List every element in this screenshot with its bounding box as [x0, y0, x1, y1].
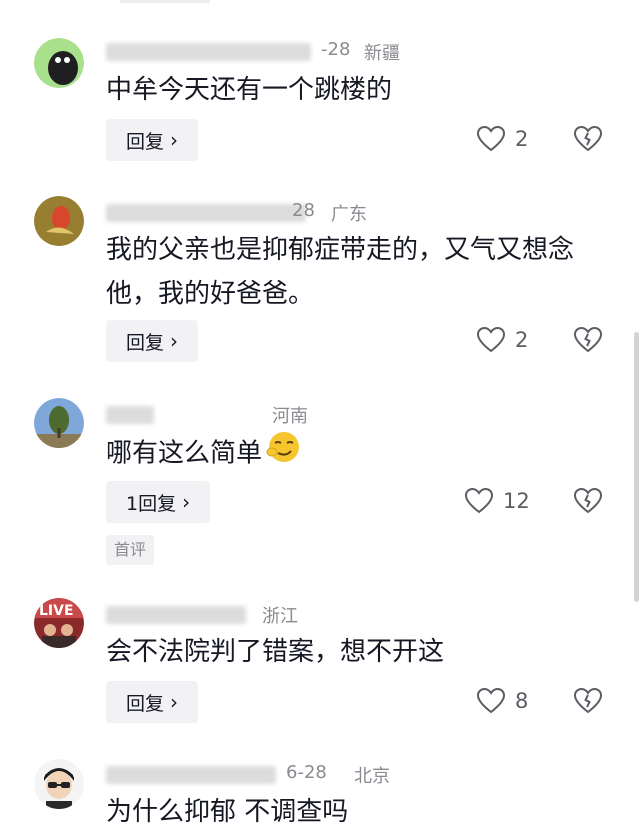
comment-date: 28: [292, 200, 315, 221]
avatar[interactable]: LIVE: [34, 598, 84, 648]
previous-comment-remnant: [120, 0, 210, 3]
reply-label: 回复: [126, 130, 165, 153]
avatar[interactable]: [34, 38, 84, 88]
avatar-image: LIVE: [34, 598, 84, 648]
avatar[interactable]: [34, 196, 84, 246]
username-redacted: [106, 766, 276, 784]
avatar[interactable]: [34, 398, 84, 448]
like-button[interactable]: 2: [477, 126, 528, 152]
avatar-image: [34, 38, 84, 88]
like-count: 12: [503, 489, 530, 513]
dislike-button[interactable]: [574, 688, 602, 714]
avatar-image: [34, 398, 84, 448]
username-redacted: [106, 43, 311, 61]
heart-outline-icon: [477, 126, 505, 152]
dislike-button[interactable]: [574, 327, 602, 353]
avatar-image: [34, 759, 84, 809]
chevron-right-icon: ›: [182, 490, 191, 514]
heart-outline-icon: [477, 327, 505, 353]
svg-text:LIVE: LIVE: [39, 603, 74, 619]
reply-label: 回复: [126, 692, 165, 715]
chevron-right-icon: ›: [170, 329, 179, 353]
dislike-button[interactable]: [574, 126, 602, 152]
heart-outline-icon: [477, 688, 505, 714]
like-count: 2: [515, 328, 529, 352]
dislike-button[interactable]: [574, 488, 602, 514]
comment-location: 新疆: [364, 43, 400, 64]
broken-heart-icon: [574, 488, 602, 514]
reply-label: 回复: [126, 331, 165, 354]
broken-heart-icon: [574, 327, 602, 353]
comment-date: 6-28: [286, 762, 327, 783]
reply-button[interactable]: 回复 ›: [106, 119, 199, 161]
reply-button[interactable]: 1回复 ›: [106, 481, 211, 523]
like-count: 8: [515, 689, 529, 713]
comment-location: 北京: [354, 766, 390, 787]
like-count: 2: [515, 127, 529, 151]
reply-button[interactable]: 回复 ›: [106, 681, 199, 723]
heart-outline-icon: [465, 488, 493, 514]
comment-location: 河南: [272, 406, 308, 427]
like-button[interactable]: 12: [465, 488, 530, 514]
username-redacted: [106, 606, 246, 624]
username-redacted: [106, 204, 306, 222]
comment-date: -28: [321, 39, 351, 60]
reply-label: 1回复: [126, 492, 177, 515]
comment-text: 中牟今天还有一个跳楼的: [106, 75, 393, 105]
comment-location: 浙江: [262, 606, 298, 627]
broken-heart-icon: [574, 126, 602, 152]
comment-location: 广东: [331, 204, 367, 225]
reply-button[interactable]: 回复 ›: [106, 320, 199, 362]
comment-text-content: 哪有这么简单: [106, 438, 263, 469]
comment-text: 为什么抑郁 不调查吗: [106, 797, 349, 827]
broken-heart-icon: [574, 688, 602, 714]
comment-text: 我的父亲也是抑郁症带走的，又气又想念他，我的好爸爸。: [106, 235, 575, 309]
chevron-right-icon: ›: [170, 690, 179, 714]
avatar[interactable]: [34, 759, 84, 809]
chevron-right-icon: ›: [170, 128, 179, 152]
smirk-emoji-icon: [266, 430, 302, 478]
first-comment-tag: 首评: [106, 535, 155, 565]
username-redacted: [106, 406, 154, 424]
comment-text: 哪有这么简单: [106, 430, 606, 478]
avatar-image: [34, 196, 84, 246]
like-button[interactable]: 8: [477, 688, 528, 714]
scrollbar[interactable]: [634, 332, 639, 602]
comment-text: 会不法院判了错案，想不开这: [106, 637, 445, 667]
like-button[interactable]: 2: [477, 327, 528, 353]
